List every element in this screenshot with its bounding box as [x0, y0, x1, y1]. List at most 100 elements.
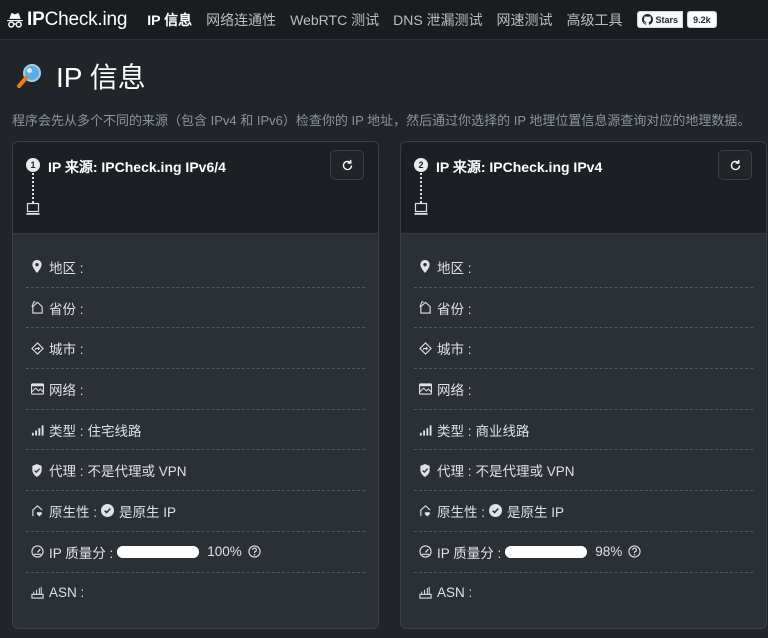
quality-value: 100% [207, 544, 242, 560]
type-value: 住宅线路 [87, 423, 142, 439]
nav-speed-test[interactable]: 网速测试 [497, 10, 553, 30]
proxy-value: 不是代理或 VPN [475, 464, 575, 480]
router-icon [30, 586, 44, 600]
quality-label: IP 质量分 : [49, 545, 114, 561]
quality-row: IP 质量分 : 98% [414, 532, 753, 573]
computer-icon [414, 202, 428, 215]
native-label: 原生性 : [437, 504, 486, 520]
location-pin-icon [30, 260, 44, 274]
window-icon [30, 382, 44, 396]
region-label: 地区 : [49, 260, 84, 276]
proxy-row: 代理 : 不是代理或 VPN [26, 450, 365, 492]
city-label: 城市 : [49, 342, 84, 358]
network-label: 网络 : [49, 382, 84, 398]
house-heart-icon [418, 504, 432, 518]
province-label: 省份 : [49, 301, 84, 317]
signal-bars-icon [30, 423, 44, 437]
page-title-text: IP 信息 [56, 62, 146, 93]
quality-progress-bar [505, 545, 588, 558]
native-value: 是原生 IP [507, 504, 565, 520]
asn-label: ASN : [49, 585, 85, 601]
province-row: 省份 : [414, 288, 753, 329]
quality-progress-bar [117, 545, 200, 558]
proxy-value: 不是代理或 VPN [87, 464, 187, 480]
region-label: 地区 : [437, 260, 472, 276]
brand-name-bold: IP [27, 8, 45, 30]
house-heart-icon [30, 504, 44, 518]
incognito-icon [7, 12, 23, 28]
signpost-icon [418, 341, 432, 355]
house-icon [30, 301, 44, 315]
navbar: IPCheck.ing IP 信息 网络连通性 WebRTC 测试 DNS 泄漏… [0, 0, 768, 40]
signal-bars-icon [418, 423, 432, 437]
network-row: 网络 : [26, 369, 365, 410]
ip-source-card-2: 2 IP 来源: IPCheck.ing IPv4 地区 : 省份 : 城市 :… [400, 141, 767, 629]
proxy-row: 代理 : 不是代理或 VPN [414, 450, 753, 492]
refresh-icon [730, 159, 740, 170]
shield-check-icon [418, 463, 432, 477]
asn-label: ASN : [437, 585, 473, 601]
nav-dns-leak[interactable]: DNS 泄漏测试 [393, 10, 482, 30]
github-stars-button[interactable]: Stars [636, 11, 684, 28]
quality-progress-fill [505, 545, 586, 558]
brand[interactable]: IPCheck.ing [6, 9, 127, 31]
github-stars-count[interactable]: 9.2k [687, 11, 717, 28]
native-label: 原生性 : [49, 504, 98, 520]
city-label: 城市 : [437, 342, 472, 358]
page-subtitle: 程序会先从多个不同的来源（包含 IPv4 和 IPv6）检查你的 IP 地址，然… [12, 113, 751, 128]
speedometer-icon [418, 545, 432, 559]
question-circle-icon[interactable] [248, 545, 261, 558]
check-circle-icon [489, 504, 503, 518]
computer-icon [26, 202, 40, 215]
refresh-button[interactable] [718, 150, 752, 180]
ip-source-label: IP 来源: IPCheck.ing IPv4 [436, 159, 603, 175]
ip-source-card-1: 1 IP 来源: IPCheck.ing IPv6/4 地区 : 省份 : 城市… [12, 141, 379, 629]
source-number-badge: 1 [26, 158, 40, 172]
proxy-label: 代理 : [49, 464, 84, 480]
check-circle-icon [101, 504, 115, 518]
quality-row: IP 质量分 : 100% [26, 532, 365, 573]
native-row: 原生性 : 是原生 IP [414, 491, 753, 532]
refresh-icon [342, 159, 352, 170]
github-stars-label: Stars [655, 14, 679, 25]
asn-row: ASN : [26, 573, 365, 614]
refresh-button[interactable] [330, 150, 364, 180]
nav-ip-info[interactable]: IP 信息 [147, 10, 192, 30]
nav-connectivity[interactable]: 网络连通性 [206, 10, 276, 30]
location-pin-icon [418, 260, 432, 274]
province-row: 省份 : [26, 288, 365, 329]
connector-dots [32, 173, 34, 203]
network-label: 网络 : [437, 382, 472, 398]
card-header: 1 IP 来源: IPCheck.ing IPv6/4 [13, 142, 378, 234]
window-icon [418, 382, 432, 396]
speedometer-icon [30, 545, 44, 559]
quality-progress-fill [117, 545, 200, 558]
nav-webrtc[interactable]: WebRTC 测试 [290, 10, 379, 30]
city-row: 城市 : [414, 328, 753, 370]
type-row: 类型 : 住宅线路 [26, 410, 365, 451]
quality-label: IP 质量分 : [437, 545, 502, 561]
type-row: 类型 : 商业线路 [414, 410, 753, 451]
type-label: 类型 : [49, 423, 84, 439]
page-title: IP 信息 [16, 56, 146, 96]
brand-name-rest: Check.ing [44, 8, 128, 30]
question-circle-icon[interactable] [628, 545, 641, 558]
region-row: 地区 : [26, 247, 365, 288]
quality-value: 98% [595, 544, 623, 560]
city-row: 城市 : [26, 328, 365, 370]
connector-dots [420, 173, 422, 203]
native-value: 是原生 IP [119, 504, 177, 520]
nav-advanced-tools[interactable]: 高级工具 [567, 10, 623, 30]
asn-row: ASN : [414, 573, 753, 614]
magnifier-icon [17, 64, 41, 88]
network-row: 网络 : [414, 369, 753, 410]
card-header: 2 IP 来源: IPCheck.ing IPv4 [401, 142, 766, 234]
province-label: 省份 : [437, 301, 472, 317]
github-stars-badge[interactable]: Stars 9.2k [636, 11, 717, 28]
router-icon [418, 586, 432, 600]
proxy-label: 代理 : [437, 464, 472, 480]
type-value: 商业线路 [475, 423, 530, 439]
region-row: 地区 : [414, 247, 753, 288]
native-row: 原生性 : 是原生 IP [26, 491, 365, 532]
github-icon [641, 14, 653, 25]
